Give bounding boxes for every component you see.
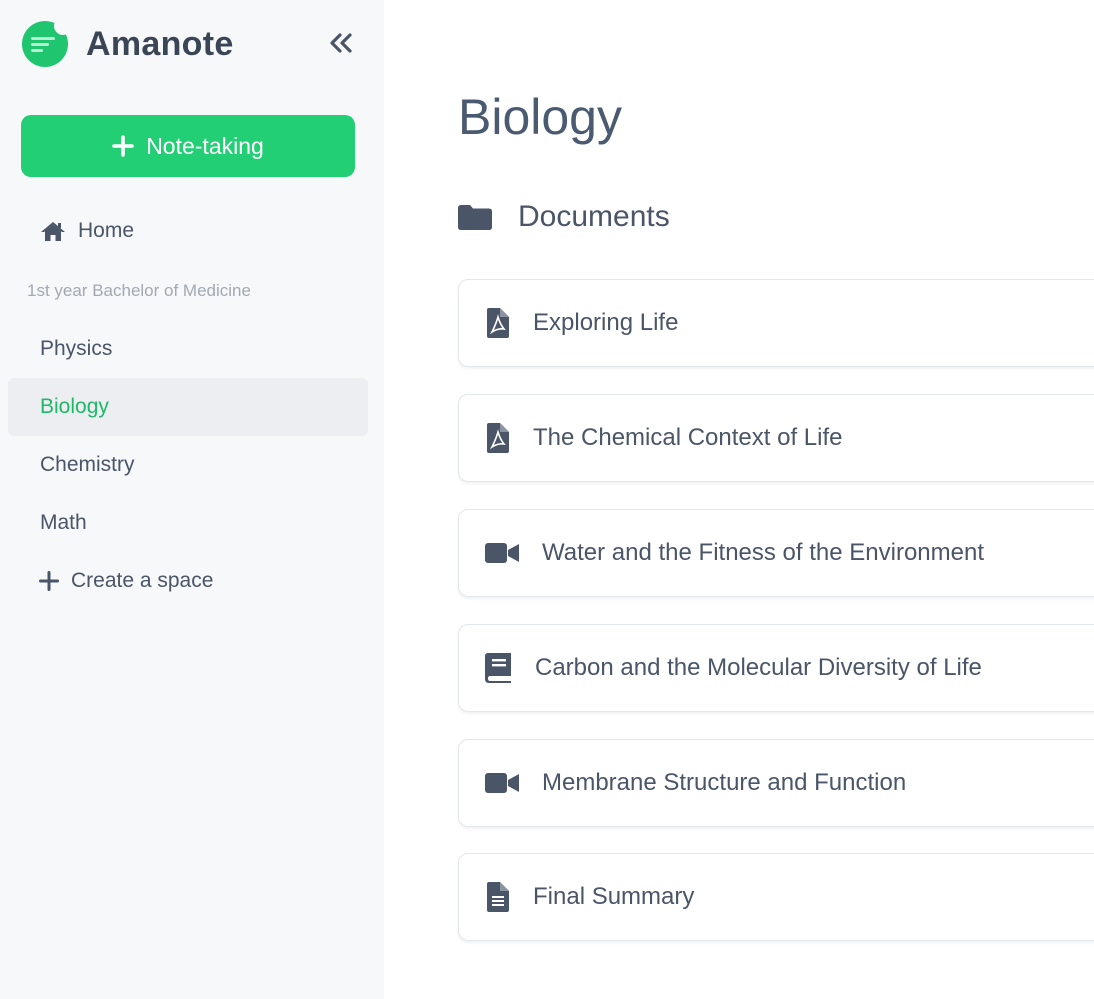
sidebar-item-physics[interactable]: Physics xyxy=(8,320,368,378)
collapse-sidebar-button[interactable] xyxy=(324,28,358,58)
document-card[interactable]: Membrane Structure and Function xyxy=(458,739,1094,827)
document-card[interactable]: Water and the Fitness of the Environment xyxy=(458,509,1094,597)
amanote-logo xyxy=(22,17,72,67)
create-space-label: Create a space xyxy=(71,569,214,592)
document-card[interactable]: Final Summary xyxy=(458,853,1094,941)
document-card[interactable]: Exploring Life xyxy=(458,279,1094,367)
sidebar-item-label: Physics xyxy=(40,337,113,360)
note-taking-label: Note-taking xyxy=(146,132,264,159)
main-content: Biology Documents Exploring Life The Che… xyxy=(384,0,1094,999)
folder-icon xyxy=(458,204,492,230)
app-name: Amanote xyxy=(86,24,234,63)
brand[interactable]: Amanote xyxy=(22,17,234,68)
text-file-icon xyxy=(481,882,515,912)
documents-section-header: Documents xyxy=(458,200,670,234)
document-title: Water and the Fitness of the Environment xyxy=(542,539,984,566)
section-title: Documents xyxy=(518,200,670,233)
sidebar-item-label: Chemistry xyxy=(40,453,135,476)
sidebar-item-label: Home xyxy=(78,219,135,242)
plus-icon xyxy=(112,135,134,157)
sidebar-item-label: Biology xyxy=(40,395,109,418)
sidebar-item-home[interactable]: Home xyxy=(8,202,368,260)
book-icon xyxy=(481,653,515,683)
double-chevron-left-icon xyxy=(330,33,352,53)
home-icon xyxy=(40,220,66,242)
create-space-button[interactable]: Create a space xyxy=(8,552,368,610)
document-title: Exploring Life xyxy=(533,309,679,336)
pdf-file-icon xyxy=(481,308,515,338)
pdf-file-icon xyxy=(481,423,515,453)
note-taking-button[interactable]: Note-taking xyxy=(21,115,355,177)
document-title: The Chemical Context of Life xyxy=(533,424,843,451)
video-camera-icon xyxy=(484,542,520,564)
space-group-label: 1st year Bachelor of Medicine xyxy=(27,281,251,300)
page-title: Biology xyxy=(458,89,622,145)
plus-icon xyxy=(39,571,59,591)
sidebar-item-label: Math xyxy=(40,511,87,534)
sidebar-item-biology[interactable]: Biology xyxy=(8,378,368,436)
sidebar: Amanote Note-taking Home 1st year Bachel… xyxy=(0,0,384,999)
sidebar-item-chemistry[interactable]: Chemistry xyxy=(8,436,368,494)
document-title: Final Summary xyxy=(533,883,695,910)
document-title: Membrane Structure and Function xyxy=(542,769,907,796)
video-camera-icon xyxy=(484,772,520,794)
document-card[interactable]: The Chemical Context of Life xyxy=(458,394,1094,482)
document-title: Carbon and the Molecular Diversity of Li… xyxy=(535,654,982,681)
document-card[interactable]: Carbon and the Molecular Diversity of Li… xyxy=(458,624,1094,712)
sidebar-item-math[interactable]: Math xyxy=(8,494,368,552)
